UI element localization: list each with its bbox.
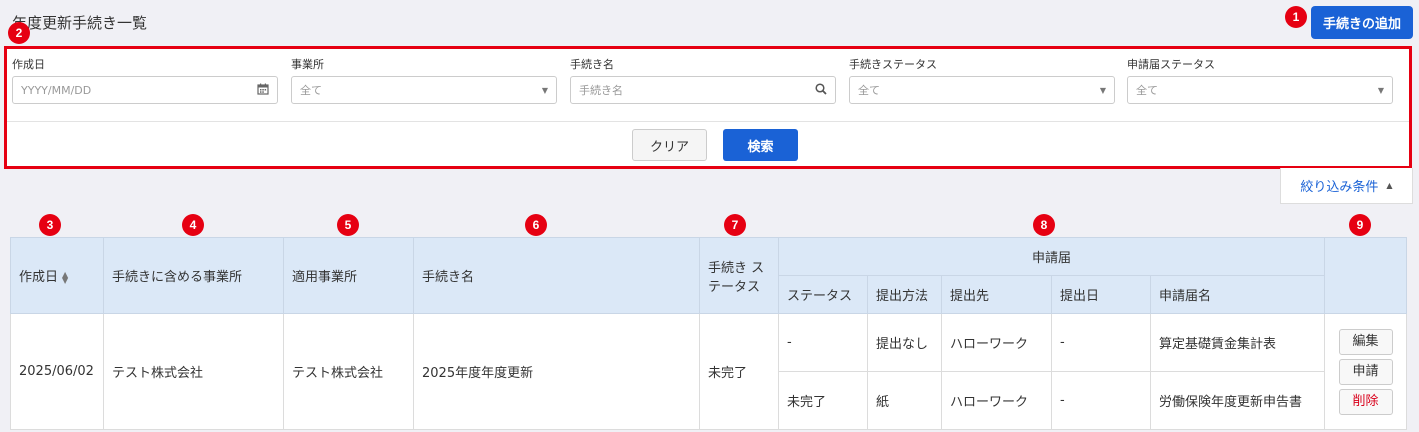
procedure-name-label: 手続き名: [570, 58, 614, 71]
column-header-submit-to: 提出先: [941, 275, 1052, 314]
cell-submit-method: 提出なし: [867, 313, 942, 372]
cell-created: 2025/06/02: [10, 313, 104, 430]
column-header-actions: [1324, 237, 1407, 314]
cell-submit-method: 紙: [867, 371, 942, 430]
created-date-input[interactable]: YYYY/MM/DD: [12, 76, 278, 104]
annotation-marker-2: 2: [8, 22, 30, 44]
add-procedure-button[interactable]: 手続きの追加: [1311, 6, 1413, 39]
sort-icon[interactable]: ▲ ▼: [62, 270, 68, 284]
cell-submit-date: -: [1051, 313, 1151, 372]
annotation-marker-3: 3: [39, 214, 61, 236]
column-header-created-label: 作成日: [19, 270, 59, 285]
column-header-applications: 申請届: [778, 237, 1325, 276]
cell-actions: 編集 申請 削除: [1324, 313, 1407, 430]
cell-applied-office: テスト株式会社: [283, 313, 414, 430]
created-date-placeholder: YYYY/MM/DD: [21, 83, 92, 97]
annotation-marker-5: 5: [337, 214, 359, 236]
cell-app-name: 労働保険年度更新申告書: [1150, 371, 1325, 430]
column-header-included-offices: 手続きに含める事業所: [103, 237, 284, 314]
cell-app-status: 未完了: [778, 371, 868, 430]
cell-submit-to: ハローワーク: [941, 313, 1052, 372]
cell-included-offices: テスト株式会社: [103, 313, 284, 430]
application-status-value: 全て: [1136, 84, 1158, 97]
annotation-marker-8: 8: [1033, 214, 1055, 236]
procedure-status-value: 全て: [858, 84, 880, 97]
procedure-name-placeholder: 手続き名: [579, 84, 623, 97]
column-header-created[interactable]: 作成日 ▲ ▼: [10, 237, 104, 314]
column-header-applied-office: 適用事業所: [283, 237, 414, 314]
cell-app-name: 算定基礎賃金集計表: [1150, 313, 1325, 372]
procedure-name-input[interactable]: 手続き名: [570, 76, 836, 104]
cell-procedure-status: 未完了: [699, 313, 779, 430]
search-button[interactable]: 検索: [723, 129, 798, 161]
annotation-marker-1: 1: [1285, 6, 1307, 28]
created-date-label: 作成日: [12, 58, 45, 71]
column-header-procedure-name: 手続き名: [413, 237, 700, 314]
cell-submit-date: -: [1051, 371, 1151, 430]
chevron-down-icon: ▼: [541, 85, 548, 95]
column-header-procedure-status: 手続き ステータス: [699, 237, 779, 314]
delete-button[interactable]: 削除: [1338, 388, 1393, 415]
annotation-marker-6: 6: [525, 214, 547, 236]
column-header-app-status: ステータス: [778, 275, 868, 314]
filter-panel: 作成日 YYYY/MM/DD 事業所 全て ▼ 手続き名 手続き名 手続きステー…: [4, 46, 1412, 169]
annotation-marker-7: 7: [724, 214, 746, 236]
procedure-status-label: 手続きステータス: [849, 58, 937, 71]
search-icon: [815, 82, 827, 98]
cell-submit-to: ハローワーク: [941, 371, 1052, 430]
procedures-table: 作成日 ▲ ▼ 手続きに含める事業所 適用事業所 手続き名 手続き ステータス 申請…: [10, 237, 1407, 430]
application-status-label: 申請届ステータス: [1127, 58, 1215, 71]
annotation-marker-9: 9: [1349, 214, 1371, 236]
clear-button[interactable]: クリア: [632, 129, 707, 161]
chevron-down-icon: ▼: [1377, 85, 1384, 95]
chevron-down-icon: ▼: [1099, 85, 1106, 95]
caret-up-icon: ▲: [1386, 181, 1393, 190]
application-status-select[interactable]: 全て ▼: [1127, 76, 1393, 104]
filter-toggle-label: 絞り込み条件: [1300, 180, 1379, 195]
office-label: 事業所: [291, 58, 324, 71]
office-select-value: 全て: [300, 84, 322, 97]
edit-button[interactable]: 編集: [1338, 328, 1393, 355]
calendar-icon[interactable]: [257, 83, 269, 98]
column-header-submit-method: 提出方法: [867, 275, 942, 314]
annotation-marker-4: 4: [182, 214, 204, 236]
office-select[interactable]: 全て ▼: [291, 76, 557, 104]
procedure-status-select[interactable]: 全て ▼: [849, 76, 1115, 104]
page-title: 年度更新手続き一覧: [12, 14, 148, 32]
table-row: 2025/06/02 テスト株式会社 テスト株式会社 2025年度年度更新 未完…: [10, 313, 1407, 430]
cell-app-status: -: [778, 313, 868, 372]
column-header-app-name: 申請届名: [1150, 275, 1325, 314]
filter-toggle-button[interactable]: 絞り込み条件 ▲: [1280, 168, 1413, 204]
filter-divider: [7, 121, 1409, 122]
column-header-submit-date: 提出日: [1051, 275, 1151, 314]
cell-procedure-name: 2025年度年度更新: [413, 313, 700, 430]
apply-button[interactable]: 申請: [1338, 358, 1393, 385]
